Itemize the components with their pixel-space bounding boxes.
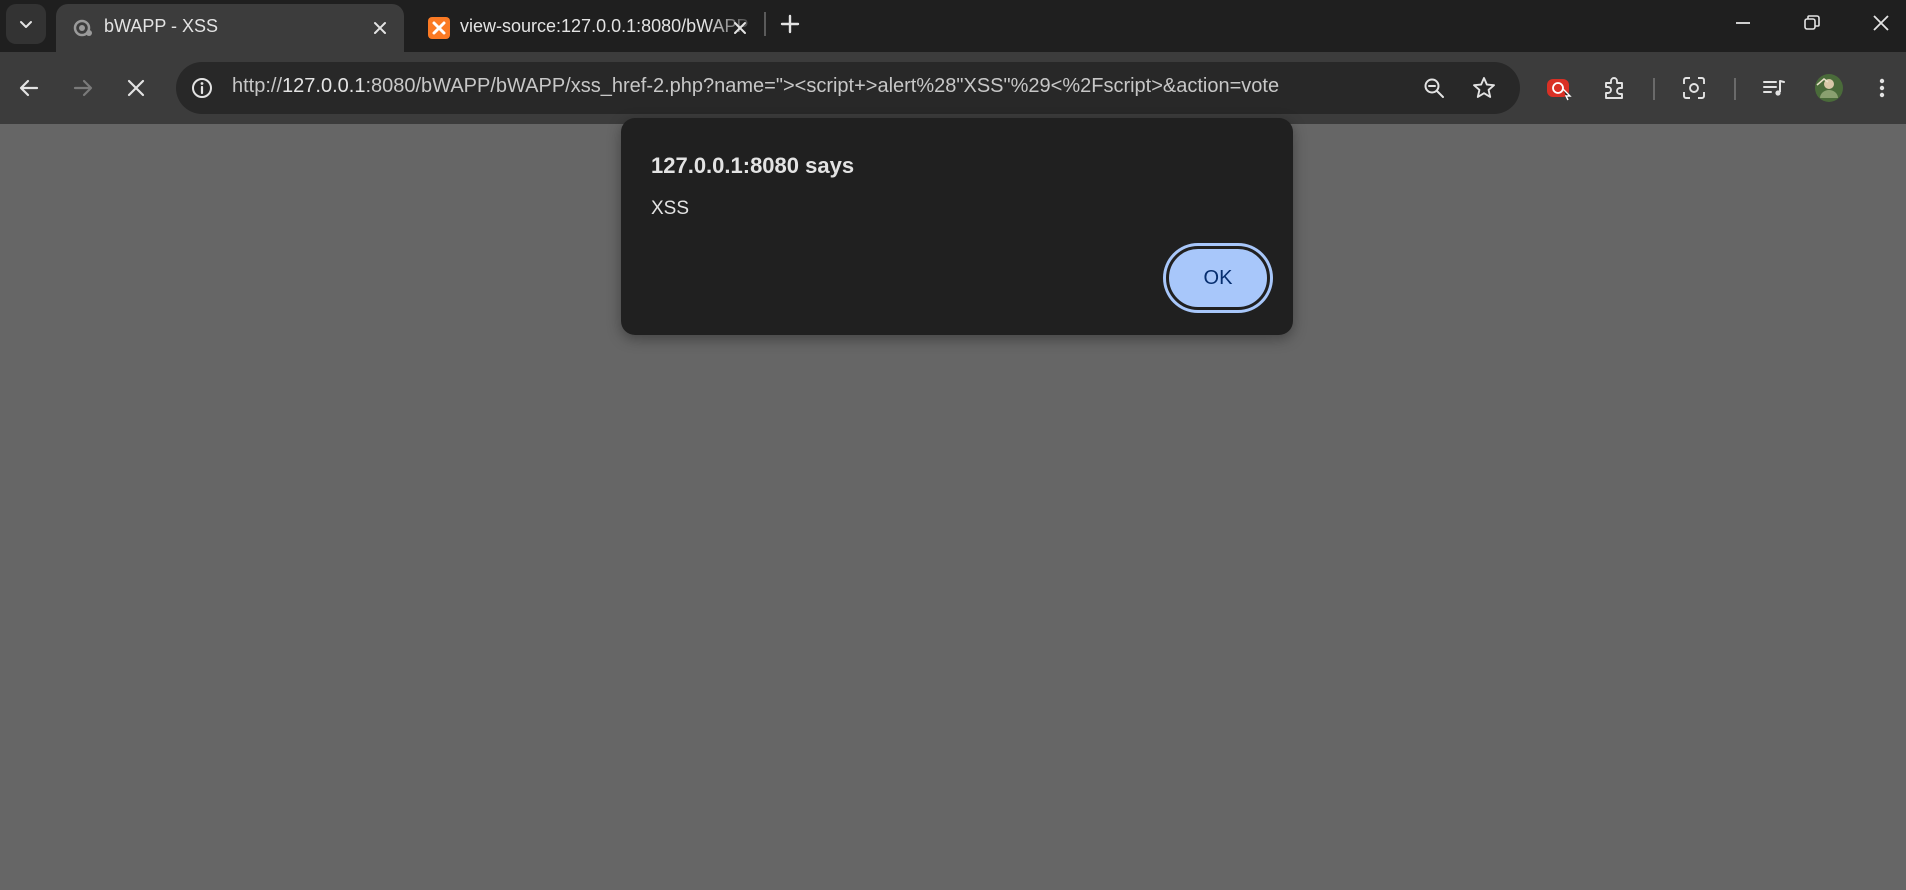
tab-strip: bWAPP - XSS view-source:127.0.0.1:8080/b… bbox=[0, 0, 1906, 52]
url-prefix: http:// bbox=[232, 75, 283, 97]
tab-bwapp-xss[interactable]: bWAPP - XSS bbox=[56, 4, 404, 52]
toolbar-divider bbox=[1653, 78, 1655, 100]
tab-search-button[interactable] bbox=[6, 4, 46, 44]
puzzle-icon bbox=[1605, 77, 1623, 99]
more-vert-icon bbox=[1879, 78, 1885, 98]
stop-icon bbox=[127, 79, 145, 97]
tab-divider bbox=[764, 12, 766, 36]
toolbar-divider bbox=[1734, 78, 1736, 100]
back-button[interactable] bbox=[13, 72, 45, 104]
record-extension-icon bbox=[1547, 79, 1572, 101]
lens-icon bbox=[1683, 77, 1705, 99]
arrow-left-icon bbox=[19, 79, 39, 97]
extensions-button[interactable] bbox=[1598, 72, 1630, 104]
screenshot-button[interactable] bbox=[1678, 72, 1710, 104]
tab-title: bWAPP - XSS bbox=[104, 16, 219, 36]
toolbar: http://127.0.0.1:8080/bWAPP/bWAPP/xss_hr… bbox=[0, 52, 1906, 124]
restore-icon[interactable] bbox=[1797, 8, 1827, 38]
new-tab-icon[interactable] bbox=[776, 10, 804, 38]
close-tab-icon[interactable] bbox=[370, 18, 390, 38]
extension-button[interactable] bbox=[1543, 72, 1575, 104]
xampp-favicon-icon bbox=[428, 17, 450, 39]
bookmark-star-icon[interactable] bbox=[1471, 75, 1497, 101]
close-window-icon[interactable] bbox=[1866, 8, 1896, 38]
dialog-message: XSS bbox=[651, 198, 690, 219]
playlist-music-icon bbox=[1763, 80, 1785, 96]
alert-dialog: 127.0.0.1:8080 says XSS OK bbox=[621, 118, 1293, 335]
stop-loading-button[interactable] bbox=[120, 72, 152, 104]
arrow-right-icon bbox=[73, 79, 93, 97]
zoom-icon[interactable] bbox=[1422, 76, 1446, 100]
url-host: 127.0.0.1 bbox=[282, 75, 366, 97]
url-text: http://127.0.0.1:8080/bWAPP/bWAPP/xss_hr… bbox=[232, 75, 1279, 98]
url-path: :8080/bWAPP/bWAPP/xss_href-2.php?name=">… bbox=[365, 75, 1280, 97]
address-bar[interactable]: http://127.0.0.1:8080/bWAPP/bWAPP/xss_hr… bbox=[176, 62, 1520, 114]
chevron-down-icon bbox=[20, 21, 32, 28]
loading-favicon-icon bbox=[73, 19, 92, 37]
tab-title: view-source:127.0.0.1:8080/bWAPP bbox=[460, 16, 749, 36]
dialog-title: 127.0.0.1:8080 says bbox=[651, 153, 855, 178]
ok-button[interactable]: OK bbox=[1166, 246, 1270, 310]
media-controls-button[interactable] bbox=[1758, 72, 1790, 104]
browser-menu-button[interactable] bbox=[1866, 72, 1898, 104]
close-tab-icon[interactable] bbox=[730, 18, 750, 38]
tab-view-source[interactable]: view-source:127.0.0.1:8080/bWAPP bbox=[412, 4, 764, 52]
avatar bbox=[1815, 74, 1843, 102]
forward-button[interactable] bbox=[67, 72, 99, 104]
minimize-icon[interactable] bbox=[1728, 8, 1758, 38]
profile-avatar-button[interactable] bbox=[1813, 72, 1845, 104]
site-info-icon[interactable] bbox=[190, 76, 214, 100]
